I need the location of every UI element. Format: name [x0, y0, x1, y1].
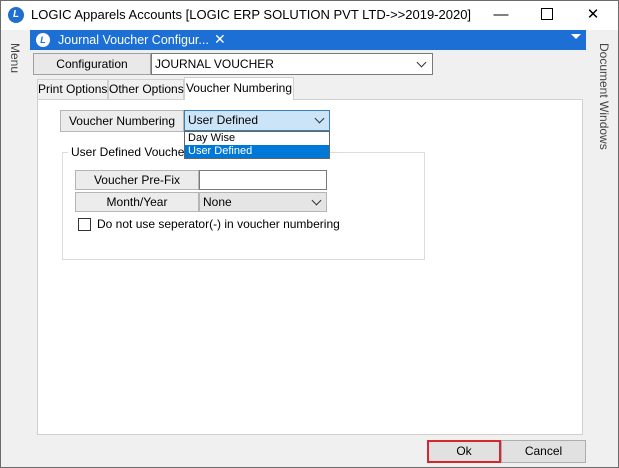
close-button[interactable]: ✕	[570, 1, 616, 29]
maximize-button[interactable]	[524, 1, 570, 29]
voucher-prefix-label: Voucher Pre-Fix	[75, 170, 199, 190]
separator-checkbox-label[interactable]: Do not use seperator(-) in voucher numbe…	[97, 217, 340, 231]
cancel-button[interactable]: Cancel	[501, 440, 586, 463]
tab-list-dropdown-icon[interactable]	[571, 34, 581, 39]
tab-other-options[interactable]: Other Options	[108, 79, 184, 99]
chevron-down-icon	[311, 195, 322, 206]
voucher-prefix-input[interactable]	[199, 170, 327, 190]
chevron-down-icon	[314, 113, 325, 124]
configuration-value: JOURNAL VOUCHER	[155, 57, 274, 71]
minimize-button[interactable]: —	[478, 1, 524, 29]
voucher-numbering-select[interactable]: User Defined	[184, 110, 330, 131]
voucher-numbering-dropdown-list: Day Wise User Defined	[184, 131, 330, 159]
configuration-label: Configuration	[33, 53, 151, 75]
document-tab-label: Journal Voucher Configur...	[58, 33, 209, 47]
month-year-select[interactable]: None	[199, 192, 327, 212]
month-year-value: None	[203, 195, 232, 209]
document-windows-rail[interactable]: Document Windows	[597, 43, 611, 150]
month-year-label: Month/Year	[75, 192, 199, 212]
option-day-wise[interactable]: Day Wise	[185, 132, 329, 145]
document-tab-close-icon[interactable]: ✕	[214, 31, 226, 48]
option-user-defined[interactable]: User Defined	[185, 145, 329, 158]
window-title: LOGIC Apparels Accounts [LOGIC ERP SOLUT…	[31, 7, 472, 22]
separator-checkbox[interactable]	[78, 218, 91, 231]
configuration-select[interactable]: JOURNAL VOUCHER	[151, 53, 433, 75]
chevron-down-icon	[416, 57, 427, 68]
document-tab[interactable]: L Journal Voucher Configur... ✕	[32, 30, 232, 50]
ok-button[interactable]: Ok	[427, 440, 501, 463]
voucher-numbering-label: Voucher Numbering	[60, 110, 184, 132]
tab-voucher-numbering[interactable]: Voucher Numbering	[184, 77, 294, 100]
document-logo-icon: L	[36, 33, 50, 47]
maximize-icon	[541, 8, 553, 21]
voucher-numbering-value: User Defined	[188, 113, 259, 127]
app-logo-icon: L	[8, 7, 24, 23]
tab-print-options[interactable]: Print Options	[37, 79, 108, 99]
menu-rail[interactable]: Menu	[8, 43, 22, 73]
